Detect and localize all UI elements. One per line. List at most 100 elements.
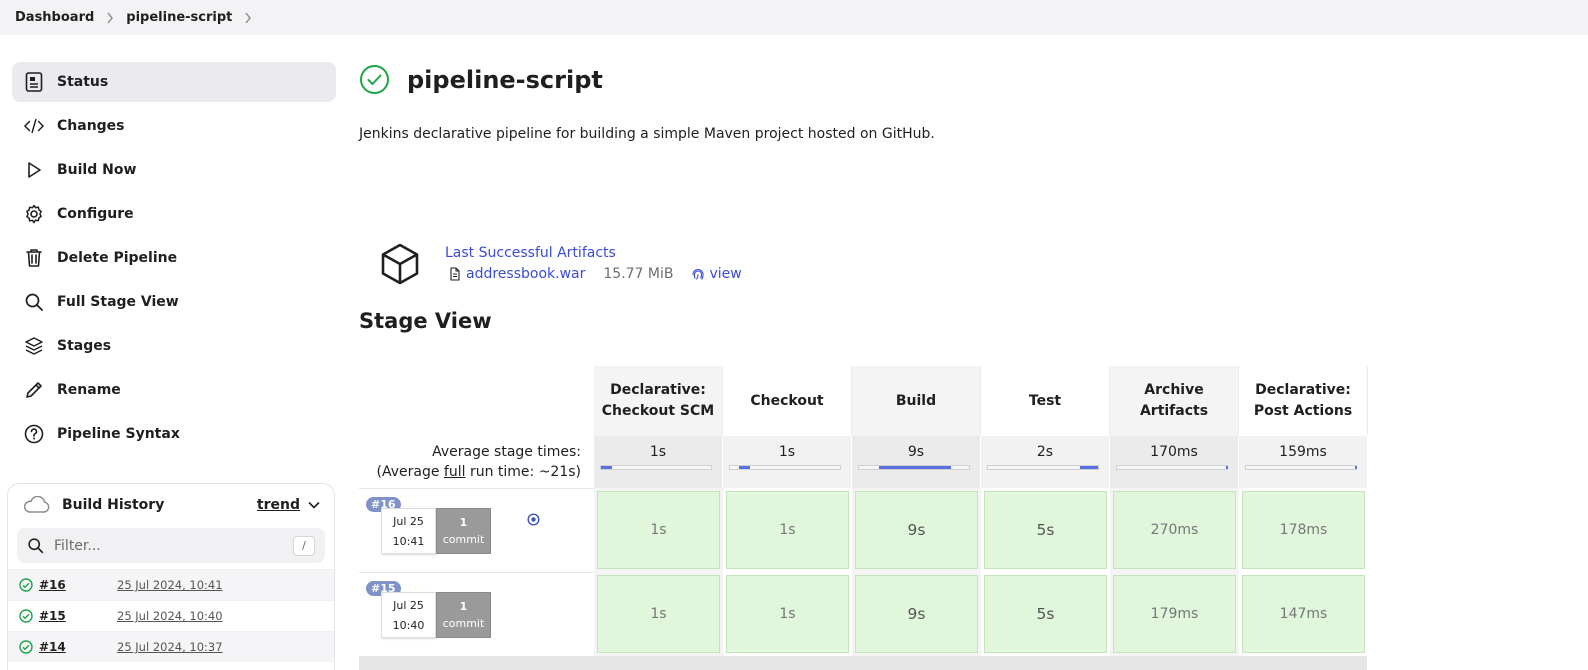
build-number-link[interactable]: #16: [39, 578, 117, 592]
stage-cell[interactable]: 1s: [597, 575, 720, 653]
build-date-link[interactable]: 25 Jul 2024, 10:37: [117, 640, 223, 654]
sidebar-item-rename[interactable]: Rename: [12, 370, 336, 410]
file-icon: [449, 267, 461, 281]
stage-cell[interactable]: 270ms: [1113, 491, 1236, 569]
sidebar-item-build-now[interactable]: Build Now: [12, 150, 336, 190]
sidebar-item-label: Build Now: [57, 162, 137, 178]
artifact-file-size: 15.77 MiB: [603, 266, 674, 282]
stage-cell[interactable]: 1s: [597, 491, 720, 569]
stage-cell[interactable]: 179ms: [1113, 575, 1236, 653]
sidebar-item-pipeline-syntax[interactable]: Pipeline Syntax: [12, 414, 336, 454]
progress-fill: [601, 466, 612, 469]
trash-icon: [24, 248, 44, 268]
stage-average-progress: [858, 465, 970, 470]
last-successful-artifacts-link[interactable]: Last Successful Artifacts: [445, 245, 742, 261]
progress-fill: [1080, 466, 1098, 469]
sidebar-item-label: Configure: [57, 206, 134, 222]
stage-average: 1s: [594, 436, 723, 488]
pipeline-description: Jenkins declarative pipeline for buildin…: [359, 126, 935, 142]
stage-average: 159ms: [1239, 436, 1368, 488]
fingerprint-icon: [691, 267, 705, 281]
stage-cell[interactable]: 147ms: [1242, 575, 1365, 653]
artifact-view-label: view: [709, 266, 742, 282]
breadcrumb-item-dashboard[interactable]: Dashboard: [15, 10, 94, 25]
success-icon: [19, 578, 33, 592]
breadcrumb: Dashboard pipeline-script: [0, 0, 1588, 35]
sidebar-item-changes[interactable]: Changes: [12, 106, 336, 146]
play-icon: [24, 160, 44, 180]
average-stage-times-text: Average stage times:: [432, 444, 581, 460]
sidebar-item-label: Pipeline Syntax: [57, 426, 180, 442]
search-icon: [27, 537, 44, 554]
build-row[interactable]: #14 25 Jul 2024, 10:37: [8, 631, 334, 662]
build-date-link[interactable]: 25 Jul 2024, 10:40: [117, 609, 223, 623]
help-icon: [24, 424, 44, 444]
sidebar-item-stages[interactable]: Stages: [12, 326, 336, 366]
artifact-view-link[interactable]: view: [691, 266, 742, 282]
next-run-row-partial: [359, 656, 1367, 670]
sidebar-item-status[interactable]: Status: [12, 62, 336, 102]
stage-average: 9s: [852, 436, 981, 488]
last-successful-artifacts: Last Successful Artifacts addressbook.wa…: [378, 242, 742, 286]
sidebar-item-label: Status: [57, 74, 109, 90]
page-title: pipeline-script: [407, 65, 603, 94]
stage-cell[interactable]: 1s: [726, 491, 849, 569]
build-number-link[interactable]: #14: [39, 640, 117, 654]
stage-average-progress: [729, 465, 841, 470]
sidebar-item-full-stage-view[interactable]: Full Stage View: [12, 282, 336, 322]
build-filter-input[interactable]: [54, 537, 293, 554]
stage-cell[interactable]: 5s: [984, 575, 1107, 653]
average-run-time-text: (Average full run time: ~21s): [376, 464, 582, 480]
stage-cell[interactable]: 9s: [855, 491, 978, 569]
progress-fill: [738, 466, 750, 469]
stage-average: 2s: [981, 436, 1110, 488]
success-status-icon: [359, 64, 390, 95]
progress-fill: [1225, 466, 1229, 469]
stage-header: Build: [852, 366, 981, 436]
build-history-header: Build History trend: [8, 484, 334, 526]
filter-shortcut-key: /: [293, 535, 315, 556]
sidebar-item-configure[interactable]: Configure: [12, 194, 336, 234]
stage-average-progress: [1116, 465, 1229, 470]
pencil-icon: [24, 380, 44, 400]
build-date-link[interactable]: 25 Jul 2024, 10:41: [117, 578, 223, 592]
run-row-15: #15 Jul 25 10:40 1 commit: [359, 572, 595, 656]
sidebar: Status Changes Build Now Configure Delet…: [12, 62, 336, 458]
chevron-down-icon[interactable]: [308, 501, 320, 509]
run-commit-count[interactable]: 1 commit: [436, 592, 491, 638]
stage-cell[interactable]: 1s: [726, 575, 849, 653]
progress-fill: [878, 466, 952, 469]
artifact-file-link[interactable]: addressbook.war: [466, 266, 585, 282]
status-icon: [24, 72, 44, 92]
run-commit-count[interactable]: 1 commit: [436, 508, 491, 554]
layers-icon: [24, 336, 44, 356]
page-header: pipeline-script: [359, 64, 603, 95]
progress-fill: [1354, 466, 1358, 469]
stage-header: Test: [981, 366, 1110, 436]
sidebar-item-label: Stages: [57, 338, 112, 354]
chevron-right-icon[interactable]: [244, 12, 252, 24]
run-row-16: #16 Jul 25 10:41 1 commit: [359, 488, 595, 572]
sidebar-item-label: Changes: [57, 118, 125, 134]
stage-header: Declarative: Post Actions: [1239, 366, 1368, 436]
stage-cell[interactable]: 5s: [984, 491, 1107, 569]
info-icon[interactable]: [527, 513, 540, 526]
stage-cell[interactable]: 9s: [855, 575, 978, 653]
cloud-icon: [22, 496, 50, 514]
run-date: Jul 25 10:40: [381, 592, 436, 638]
build-number-link[interactable]: #15: [39, 609, 117, 623]
stage-header: Archive Artifacts: [1110, 366, 1239, 436]
sidebar-item-label: Full Stage View: [57, 294, 179, 310]
full-run-time-link[interactable]: full: [444, 464, 466, 480]
build-row[interactable]: #16 25 Jul 2024, 10:41: [8, 569, 334, 600]
stage-cell[interactable]: 178ms: [1242, 491, 1365, 569]
breadcrumb-item-pipeline[interactable]: pipeline-script: [126, 10, 232, 25]
stage-average: 1s: [723, 436, 852, 488]
chevron-right-icon: [106, 12, 114, 24]
sidebar-item-delete-pipeline[interactable]: Delete Pipeline: [12, 238, 336, 278]
stage-average: 170ms: [1110, 436, 1239, 488]
build-history-panel: Build History trend / #16 25 Jul 2024, 1…: [7, 483, 335, 670]
build-row[interactable]: #15 25 Jul 2024, 10:40: [8, 600, 334, 631]
stage-header: Declarative: Checkout SCM: [594, 366, 723, 436]
trend-link[interactable]: trend: [257, 497, 300, 513]
